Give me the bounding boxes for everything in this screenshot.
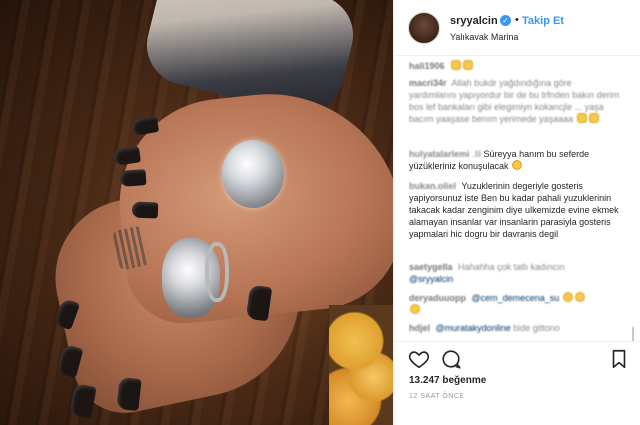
separator-dot: •: [515, 14, 519, 26]
comment-text: Hahahha çok tatlı kadıncın: [458, 262, 565, 272]
post-actions: 13.247 beğenme 12 SAAT ÖNCE: [394, 341, 640, 425]
fingernail: [131, 201, 159, 219]
comment-username[interactable]: hdjel: [409, 323, 430, 333]
diamond-ring-large: [222, 140, 284, 208]
silver-band-ring: [205, 242, 229, 302]
comment: bukan.oliel Yuzuklerinin degeriyle goste…: [409, 180, 621, 240]
comment: saetygella Hahahha çok tatlı kadıncın @s…: [409, 261, 621, 285]
clap-emoji-icon: [451, 60, 462, 70]
laugh-emoji-icon: [410, 304, 420, 314]
comment: deryaduuopp @cem_demecena_su: [409, 292, 621, 316]
post-header: sryyalcin ✓ • Takip Et Yalıkavak Marina: [394, 0, 640, 56]
avatar[interactable]: [408, 12, 440, 44]
laugh-emoji-icon: [512, 160, 523, 170]
comment: macri34r Allah bukdr yağdındığına göre y…: [409, 77, 621, 125]
fingernail: [116, 376, 142, 412]
comments-list[interactable]: hali1906 macri34r Allah bukdr yağdındığı…: [394, 56, 634, 341]
clap-emoji-icon: [588, 113, 599, 123]
comment-mention[interactable]: @muratakydonline: [436, 323, 511, 333]
comment: hdjel @muratakydonline bide gittono: [409, 322, 621, 334]
comment-username[interactable]: deryaduuopp: [409, 293, 466, 303]
comment-username[interactable]: hulyatalarlemi: [409, 149, 470, 159]
fingernail: [245, 284, 273, 322]
post-sidebar: sryyalcin ✓ • Takip Et Yalıkavak Marina …: [393, 0, 640, 425]
comment-prefix: .lil: [472, 149, 482, 159]
post-timestamp: 12 SAAT ÖNCE: [409, 393, 465, 400]
comment-icon[interactable]: [440, 348, 462, 370]
heart-icon[interactable]: [408, 348, 430, 370]
likes-count[interactable]: 13.247 beğenme: [409, 375, 486, 386]
clap-emoji-icon: [463, 60, 474, 70]
laugh-emoji-icon: [562, 292, 573, 302]
comment-username[interactable]: hali1906: [409, 61, 445, 71]
comment-mention[interactable]: @sryyalcin: [409, 274, 453, 284]
follow-button[interactable]: Takip Et: [522, 15, 564, 27]
verified-badge-icon: ✓: [500, 15, 511, 26]
laugh-emoji-icon: [574, 292, 585, 302]
comment: hulyatalarlemi .lil Süreyya hanım bu sefe…: [409, 148, 621, 172]
location-link[interactable]: Yalıkavak Marina: [450, 32, 518, 42]
comment-mention[interactable]: @cem_demecena_su: [472, 293, 560, 303]
fingernail: [119, 169, 147, 187]
username-link[interactable]: sryyalcin: [450, 15, 498, 27]
comment-username[interactable]: saetygella: [409, 262, 453, 272]
comments-scrollbar[interactable]: [632, 326, 634, 341]
post-photo[interactable]: [0, 0, 393, 425]
comment-username[interactable]: macri34r: [409, 78, 447, 88]
comment-username[interactable]: bukan.oliel: [409, 181, 456, 191]
bookmark-icon[interactable]: [608, 348, 630, 370]
comment-text: bide gittono: [513, 323, 560, 333]
clap-emoji-icon: [576, 113, 587, 123]
fruit-bowl: [329, 305, 393, 425]
comment: hali1906: [409, 60, 621, 72]
